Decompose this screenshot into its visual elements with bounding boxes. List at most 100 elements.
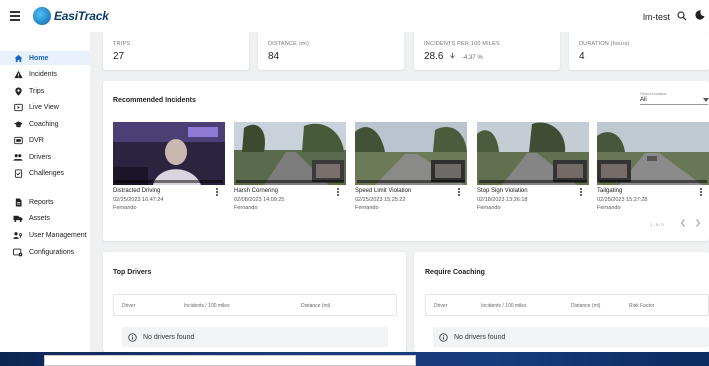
map-pin-icon: [13, 86, 23, 96]
arrow-down-icon: [450, 52, 456, 59]
more-options-icon[interactable]: [580, 188, 584, 196]
stat-card-trips: TRIPS 27: [103, 31, 249, 70]
more-options-icon[interactable]: [458, 188, 462, 196]
incident-time: 02/25/2023 16:47:24: [113, 197, 164, 203]
incident-title: Distracted Driving: [113, 188, 161, 194]
empty-state: No drivers found: [122, 327, 388, 347]
top-app-bar: EasiTrack lm-test: [0, 0, 709, 32]
incident-thumbnail[interactable]: [113, 122, 225, 185]
incident-driver: Fernando: [355, 205, 379, 211]
more-options-icon[interactable]: [700, 188, 704, 196]
empty-state-text: No drivers found: [143, 333, 195, 341]
incident-time: 02/18/2023 13:26:18: [477, 197, 528, 203]
section-title: Top Drivers: [113, 269, 152, 276]
incident-thumbnail[interactable]: [597, 122, 709, 185]
username[interactable]: lm-test: [643, 12, 670, 22]
home-icon: [13, 53, 23, 63]
stat-value-row: 28.6 -4.37 %: [424, 51, 483, 62]
incident-driver: Fernando: [113, 205, 137, 211]
chevron-left-icon[interactable]: [680, 219, 686, 227]
settings-panel-icon: [13, 247, 23, 257]
caret-down-icon[interactable]: [703, 98, 709, 102]
sidebar-item-coaching[interactable]: Coaching: [0, 117, 90, 131]
column-header[interactable]: Distance (mi): [301, 303, 330, 309]
stat-label: INCIDENTS PER 100 MILES: [424, 41, 500, 47]
incident-time: 02/08/2023 14:09:25: [234, 197, 285, 203]
stat-label: TRIPS: [113, 41, 131, 47]
sidebar-item-label: DVR: [29, 136, 44, 144]
sidebar-item-user-management[interactable]: User Management: [0, 228, 90, 242]
more-options-icon[interactable]: [216, 188, 220, 196]
sidebar-item-reports[interactable]: Reports: [0, 195, 90, 209]
incident-card[interactable]: Distracted Driving 02/25/2023 16:47:24 F…: [113, 122, 225, 222]
sidebar-item-label: Drivers: [29, 153, 52, 161]
column-header[interactable]: Incidents / 100 miles: [481, 303, 527, 309]
sidebar-item-drivers[interactable]: Drivers: [0, 150, 90, 164]
chevron-right-icon[interactable]: [695, 219, 701, 227]
sidebar-item-label: Trips: [29, 87, 45, 95]
column-header[interactable]: Driver: [434, 303, 447, 309]
column-header[interactable]: Driver: [122, 303, 135, 309]
select-incident-label: Select Incident: [640, 91, 667, 96]
column-header[interactable]: Risk Factor: [629, 303, 654, 309]
stat-value: 4: [579, 51, 585, 62]
require-coaching-table-header: Driver Incidents / 100 miles Distance (m…: [425, 294, 709, 316]
stat-label: DURATION (hours): [579, 41, 630, 47]
more-options-icon[interactable]: [337, 188, 341, 196]
incident-time: 02/25/2023 15:27:28: [597, 197, 648, 203]
sidebar-item-trips[interactable]: Trips: [0, 84, 90, 98]
sidebar: Home Incidents Trips Live View Coaching …: [0, 32, 90, 352]
dark-mode-moon-icon[interactable]: [695, 10, 705, 20]
challenges-icon: [13, 168, 23, 178]
sidebar-item-label: Live View: [29, 103, 59, 111]
truck-icon: [13, 213, 23, 223]
people-icon: [13, 152, 23, 162]
info-icon: [439, 332, 448, 342]
incident-driver: Fernando: [597, 205, 621, 211]
incident-thumbnail[interactable]: [477, 122, 589, 185]
sidebar-item-incidents[interactable]: Incidents: [0, 67, 90, 81]
sidebar-item-dvr[interactable]: DVR: [0, 133, 90, 147]
incident-time: 02/25/2023 15:25:22: [355, 197, 406, 203]
incident-card[interactable]: Speed Limit Violation 02/25/2023 15:25:2…: [355, 122, 467, 222]
overlay-bar: [44, 355, 416, 366]
stat-value: 28.6: [424, 51, 444, 62]
sidebar-item-configurations[interactable]: Configurations: [0, 245, 90, 259]
incident-driver: Fernando: [234, 205, 258, 211]
stat-card-incidents-per-100-miles: INCIDENTS PER 100 MILES 28.6 -4.37 %: [414, 31, 560, 70]
sidebar-item-label: Assets: [29, 214, 51, 222]
logo[interactable]: EasiTrack: [33, 7, 109, 25]
live-view-icon: [13, 102, 23, 112]
stat-value: 84: [268, 51, 280, 62]
sidebar-item-label: User Management: [29, 231, 87, 239]
warning-icon: [13, 69, 23, 79]
incident-title: Speed Limit Violation: [355, 188, 412, 194]
stat-label: DISTANCE (mi): [268, 41, 309, 47]
hamburger-menu-icon[interactable]: [10, 9, 24, 23]
sidebar-item-label: Incidents: [29, 70, 58, 78]
incident-title: Stop Sign Violation: [477, 188, 528, 194]
stat-value: 27: [113, 51, 125, 62]
section-title: Recommended Incidents: [113, 97, 196, 104]
incident-thumbnail[interactable]: [234, 122, 346, 185]
logo-mark-icon: [33, 7, 51, 25]
incident-card[interactable]: Tailgating 02/25/2023 15:27:28 Fernando: [597, 122, 709, 222]
info-icon: [128, 332, 137, 342]
sidebar-item-label: Coaching: [29, 120, 59, 128]
column-header[interactable]: Distance (mi): [571, 303, 600, 309]
search-icon[interactable]: [677, 11, 687, 21]
select-incident-dropdown[interactable]: All: [640, 97, 708, 105]
incident-card[interactable]: Harsh Cornering 02/08/2023 14:09:25 Fern…: [234, 122, 346, 222]
sidebar-item-challenges[interactable]: Challenges: [0, 166, 90, 180]
incident-card[interactable]: Stop Sign Violation 02/18/2023 13:26:18 …: [477, 122, 589, 222]
logo-text: EasiTrack: [54, 9, 109, 23]
sidebar-item-live-view[interactable]: Live View: [0, 100, 90, 114]
sidebar-item-assets[interactable]: Assets: [0, 211, 90, 225]
incident-thumbnail[interactable]: [355, 122, 467, 185]
column-header[interactable]: Incidents / 100 miles: [184, 303, 230, 309]
empty-state-text: No drivers found: [454, 333, 506, 341]
sidebar-item-home[interactable]: Home: [0, 51, 90, 65]
sidebar-item-label: Home: [29, 54, 49, 62]
top-drivers-table-header: Driver Incidents / 100 miles Distance (m…: [113, 294, 397, 316]
incident-driver: Fernando: [477, 205, 501, 211]
